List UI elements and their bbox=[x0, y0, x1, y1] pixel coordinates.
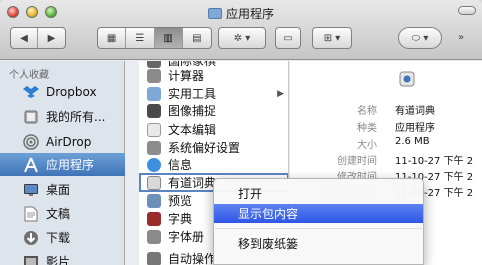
window-title: 应用程序 bbox=[0, 5, 482, 22]
sidebar-item-airdrop[interactable]: AirDrop bbox=[0, 130, 125, 153]
info-row: 大小 2.6 MB bbox=[290, 136, 482, 151]
info-row: 创建时间 11-10-27 下午 2 bbox=[290, 152, 482, 167]
menu-separator bbox=[215, 228, 422, 229]
all-files-icon bbox=[22, 109, 40, 125]
info-value: 应用程序 bbox=[395, 123, 435, 134]
list-item[interactable]: 图像捕捉 bbox=[139, 101, 288, 120]
new-folder-control: ⊞ ▾ bbox=[312, 27, 352, 49]
list-item-label: 实用工具 bbox=[168, 87, 217, 101]
action-gear-button[interactable]: ✲ ▾ bbox=[219, 28, 265, 48]
list-item-label: 文本编辑 bbox=[168, 123, 217, 137]
dropbox-icon bbox=[22, 84, 40, 100]
finder-window: 应用程序 ◀ ▶ ▦ ☰ ▥ ▤ ✲ ▾ ▭ ⊞ ▾ ⬭ ▾ » 个人收藏 Dr… bbox=[0, 0, 482, 265]
sidebar: 个人收藏 Dropbox 我的所有... AirDrop 应用程序 桌面 文稿 … bbox=[0, 61, 125, 265]
list-item-label: 预览 bbox=[168, 194, 193, 208]
airdrop-icon bbox=[22, 133, 40, 150]
sidebar-item-label: 桌面 bbox=[46, 183, 71, 197]
quicklook-button[interactable]: ⬭ ▾ bbox=[399, 28, 441, 48]
dictionary-icon bbox=[147, 211, 161, 226]
list-item[interactable]: 文本编辑 bbox=[139, 120, 288, 139]
sidebar-item-movies[interactable]: 影片 bbox=[0, 250, 125, 265]
window-title-text: 应用程序 bbox=[225, 7, 274, 21]
sidebar-item-label: 下载 bbox=[46, 231, 71, 245]
sidebar-item-label: AirDrop bbox=[46, 134, 92, 149]
list-view-button[interactable]: ☰ bbox=[126, 28, 155, 48]
info-value: 有道词典 bbox=[395, 106, 435, 117]
list-item-label: 字体册 bbox=[168, 230, 205, 244]
cover-flow-button[interactable]: ▤ bbox=[183, 28, 211, 48]
menu-item-show-package-contents[interactable]: 显示包内容 bbox=[214, 204, 423, 223]
list-item-label: 系统偏好设置 bbox=[168, 141, 241, 155]
list-item-label: 图像捕捉 bbox=[168, 104, 217, 118]
info-row: 名称 有道词典 bbox=[290, 102, 482, 117]
sidebar-item-downloads[interactable]: 下载 bbox=[0, 226, 125, 249]
menu-item-move-to-trash[interactable]: 移到废纸篓 bbox=[214, 234, 423, 253]
sidebar-item-label: 应用程序 bbox=[46, 158, 95, 172]
quicklook-control: ⬭ ▾ bbox=[398, 27, 442, 49]
textedit-icon bbox=[147, 122, 161, 137]
sidebar-item-label: 影片 bbox=[46, 255, 71, 265]
list-item-label: 自动操作 bbox=[168, 252, 217, 265]
title-toolbar: 应用程序 ◀ ▶ ▦ ☰ ▥ ▤ ✲ ▾ ▭ ⊞ ▾ ⬭ ▾ » bbox=[0, 0, 482, 60]
sidebar-section-favorites: 个人收藏 bbox=[9, 70, 49, 81]
sidebar-item-desktop[interactable]: 桌面 bbox=[0, 178, 125, 201]
sidebar-item-label: 文稿 bbox=[46, 207, 71, 221]
youdao-dict-icon bbox=[399, 71, 415, 87]
folder-icon bbox=[207, 8, 222, 19]
new-folder-button[interactable]: ⊞ ▾ bbox=[313, 28, 351, 48]
list-item[interactable]: 计算器 bbox=[139, 66, 288, 85]
toolbar-toggle-button[interactable] bbox=[458, 6, 476, 15]
automator-icon bbox=[147, 251, 161, 265]
sidebar-item-documents[interactable]: 文稿 bbox=[0, 202, 125, 225]
info-key: 创建时间 bbox=[337, 156, 377, 167]
icon-view-button[interactable]: ▦ bbox=[98, 28, 127, 48]
view-mode-control: ▦ ☰ ▥ ▤ bbox=[97, 27, 212, 49]
downloads-icon bbox=[22, 230, 40, 246]
movies-icon bbox=[22, 254, 40, 265]
info-key: 名称 bbox=[357, 106, 377, 117]
toolbar-overflow-button[interactable]: » bbox=[458, 32, 464, 43]
info-value: 2.6 MB bbox=[395, 136, 430, 147]
list-item-label: 计算器 bbox=[168, 69, 205, 83]
info-key: 大小 bbox=[357, 140, 377, 151]
column-view-button[interactable]: ▥ bbox=[154, 28, 183, 48]
share-button[interactable]: ▭ bbox=[276, 28, 300, 48]
disclosure-arrow-icon: ▶ bbox=[277, 88, 284, 99]
info-value: 11-10-27 下午 2 bbox=[395, 156, 474, 167]
sidebar-item-dropbox[interactable]: Dropbox bbox=[0, 80, 125, 103]
documents-icon bbox=[22, 206, 40, 222]
context-menu: 打开 显示包内容 移到废纸篓 bbox=[213, 178, 424, 265]
list-item-label: 信息 bbox=[168, 158, 193, 172]
list-item-label: 有道词典 bbox=[168, 176, 217, 190]
info-row: 种类 应用程序 bbox=[290, 119, 482, 134]
messages-icon bbox=[147, 157, 161, 172]
list-item[interactable]: 信息 bbox=[139, 155, 288, 174]
sidebar-item-applications[interactable]: 应用程序 bbox=[0, 153, 125, 176]
youdao-dict-icon bbox=[147, 175, 161, 190]
sidebar-item-label: Dropbox bbox=[46, 84, 97, 99]
font-book-icon bbox=[147, 229, 161, 244]
sidebar-item-label: 我的所有... bbox=[46, 110, 106, 124]
share-control: ▭ bbox=[275, 27, 301, 49]
menu-item-open[interactable]: 打开 bbox=[214, 184, 423, 203]
list-item-label: 字典 bbox=[168, 212, 193, 226]
applications-icon bbox=[22, 157, 40, 173]
image-capture-icon bbox=[147, 103, 161, 118]
system-preferences-icon bbox=[147, 140, 161, 155]
forward-button[interactable]: ▶ bbox=[38, 28, 65, 48]
action-menu-control: ✲ ▾ bbox=[218, 27, 266, 49]
utilities-folder-icon bbox=[147, 86, 161, 101]
back-forward-control: ◀ ▶ bbox=[10, 27, 66, 49]
calculator-icon bbox=[147, 68, 161, 83]
preview-icon bbox=[147, 193, 161, 208]
back-button[interactable]: ◀ bbox=[11, 28, 39, 48]
info-key: 种类 bbox=[357, 123, 377, 134]
desktop-icon bbox=[22, 182, 40, 198]
sidebar-item-all-files[interactable]: 我的所有... bbox=[0, 105, 125, 128]
